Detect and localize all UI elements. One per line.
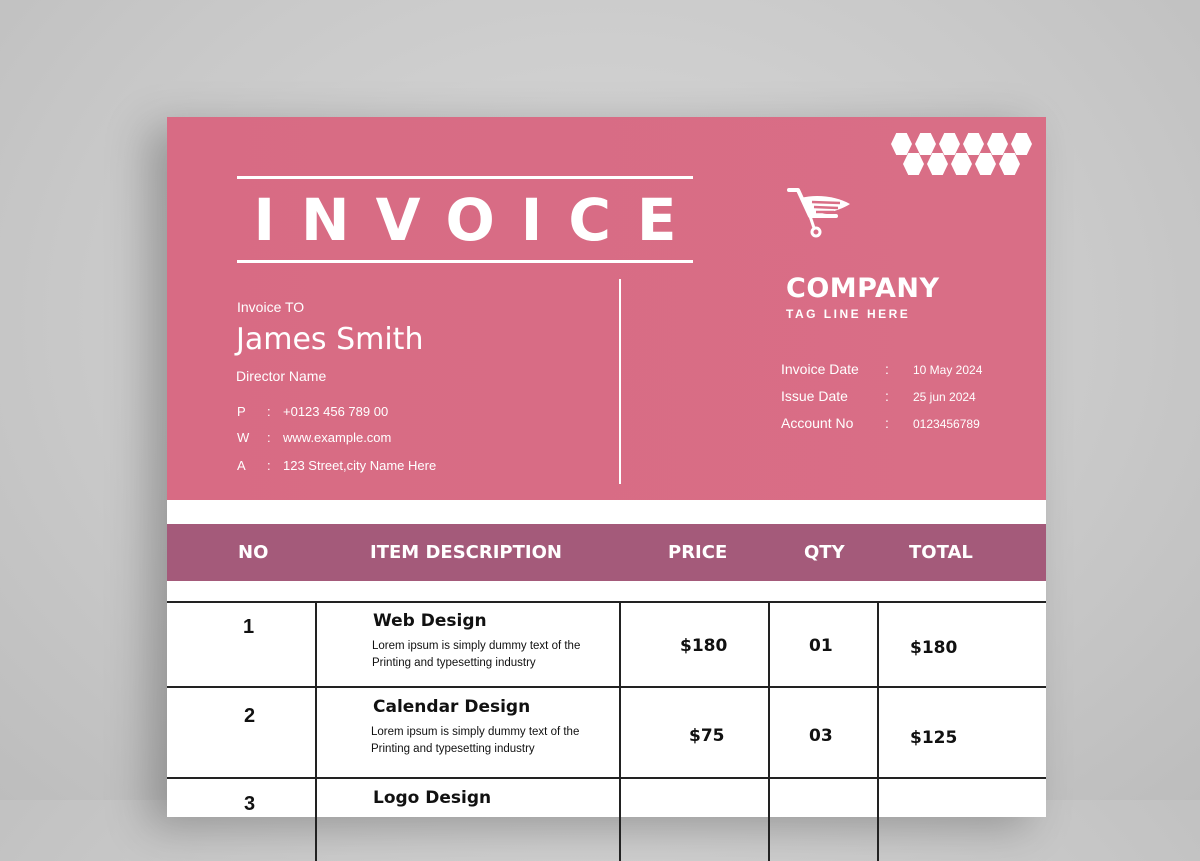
column-divider xyxy=(315,601,317,861)
column-divider xyxy=(768,601,770,861)
contact-web: W : www.example.com xyxy=(237,430,391,445)
contact-value: www.example.com xyxy=(283,430,392,445)
invoice-sheet: INVOICE Invoice TO James Smith Director … xyxy=(167,117,1046,861)
contact-value: +0123 456 789 00 xyxy=(283,404,389,419)
meta-value: 10 May 2024 xyxy=(913,363,983,377)
item-description: Lorem ipsum is simply dummy text of the … xyxy=(372,640,581,669)
contact-phone: P : +0123 456 789 00 xyxy=(237,404,388,419)
row-divider xyxy=(167,777,1046,779)
header-qty: QTY xyxy=(804,542,845,563)
meta-issue-date: Issue Date : 25 jun 2024 xyxy=(781,388,976,404)
meta-account-no: Account No : 0123456789 xyxy=(781,415,980,431)
client-name: James Smith xyxy=(236,322,424,357)
contact-key: P xyxy=(237,404,246,419)
shopping-cart-icon xyxy=(787,188,850,238)
header-no: NO xyxy=(238,542,269,563)
contact-sep: : xyxy=(267,430,271,445)
item-qty: 03 xyxy=(809,726,833,746)
client-title: Director Name xyxy=(236,368,327,384)
row-number: 3 xyxy=(244,793,256,815)
table-header: NO ITEM DESCRIPTION PRICE QTY TOTAL xyxy=(167,524,1046,581)
invoice-title-frame: INVOICE xyxy=(237,176,693,263)
item-name: Web Design xyxy=(373,611,487,631)
item-total: $125 xyxy=(910,728,958,748)
meta-value: 0123456789 xyxy=(913,417,980,431)
items-table: 1 Web Design Lorem ipsum is simply dummy… xyxy=(167,601,1046,861)
contact-value: 123 Street,city Name Here xyxy=(283,458,437,473)
meta-invoice-date: Invoice Date : 10 May 2024 xyxy=(781,361,982,377)
column-divider xyxy=(877,601,879,861)
item-description: Lorem ipsum is simply dummy text of the … xyxy=(371,726,580,755)
hexagon-decoration-icon xyxy=(891,133,1032,175)
row-divider xyxy=(167,686,1046,688)
item-price: $180 xyxy=(680,636,728,656)
contact-sep: : xyxy=(267,404,271,419)
row-number: 1 xyxy=(243,616,255,638)
row-divider xyxy=(167,601,1046,603)
item-name: Logo Design xyxy=(373,788,492,808)
company-name: COMPANY xyxy=(786,273,940,304)
meta-label: Issue Date xyxy=(781,388,848,404)
header-description: ITEM DESCRIPTION xyxy=(370,542,562,563)
item-name: Calendar Design xyxy=(373,697,531,717)
meta-sep: : xyxy=(885,415,889,431)
contact-key: A xyxy=(237,458,246,473)
meta-sep: : xyxy=(885,388,889,404)
header-price: PRICE xyxy=(668,542,728,563)
invoice-to-label: Invoice TO xyxy=(237,299,305,315)
item-total: $180 xyxy=(910,638,958,658)
contact-key: W xyxy=(237,430,250,445)
contact-address: A : 123 Street,city Name Here xyxy=(237,458,436,473)
header-divider xyxy=(619,279,621,484)
meta-label: Invoice Date xyxy=(781,361,859,377)
meta-value: 25 jun 2024 xyxy=(913,390,976,404)
item-price: $75 xyxy=(689,726,725,746)
contact-sep: : xyxy=(267,458,271,473)
row-number: 2 xyxy=(244,705,256,727)
invoice-header: INVOICE Invoice TO James Smith Director … xyxy=(167,117,1046,500)
meta-sep: : xyxy=(885,361,889,377)
header-total: TOTAL xyxy=(909,542,973,563)
item-qty: 01 xyxy=(809,636,833,656)
company-tagline: TAG LINE HERE xyxy=(786,307,911,321)
invoice-title: INVOICE xyxy=(253,185,703,254)
meta-label: Account No xyxy=(781,415,854,431)
